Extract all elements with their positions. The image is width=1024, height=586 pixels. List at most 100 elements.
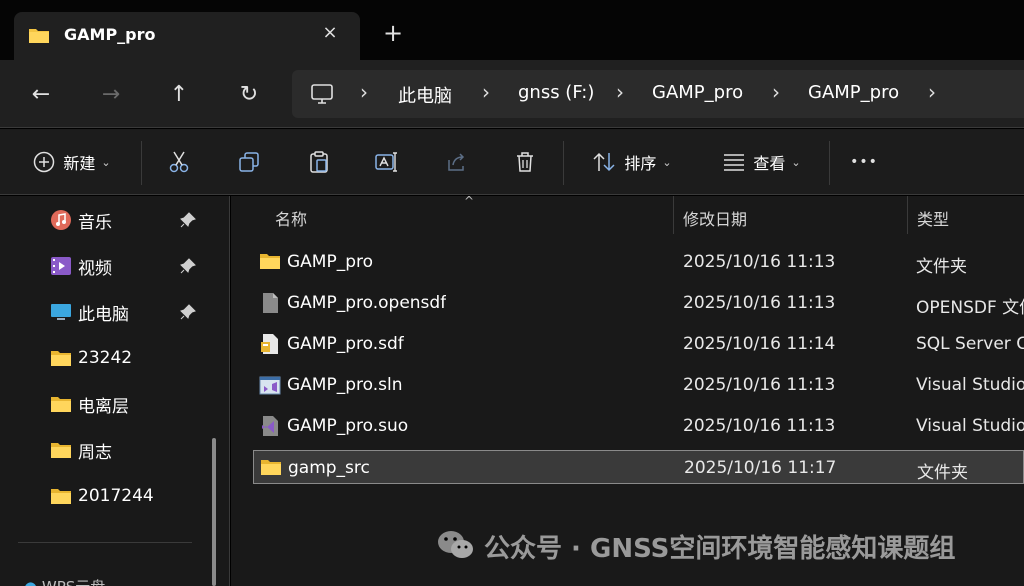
view-button[interactable]: 查看 ⌄ xyxy=(716,147,808,177)
file-icon xyxy=(259,292,281,314)
sidebar-item-label: 23242 xyxy=(78,348,133,368)
breadcrumb-gnss-drive[interactable]: gnss (F:) xyxy=(518,82,594,103)
sidebar-item-label: 音乐 xyxy=(78,212,112,233)
sln-file-icon xyxy=(259,374,281,396)
column-header-name[interactable]: 名称 xyxy=(275,206,307,230)
file-row-selected[interactable]: gamp_src 2025/10/16 11:17 文件夹 xyxy=(253,450,1024,484)
sidebar-item-label: 此电脑 xyxy=(78,304,129,325)
breadcrumb-this-pc[interactable]: 此电脑 xyxy=(398,82,452,108)
share-button[interactable] xyxy=(444,147,470,177)
computer-icon xyxy=(50,301,72,323)
sidebar-item-wps-cloud[interactable]: ● WPS云盘 xyxy=(24,576,105,586)
folder-icon xyxy=(50,439,72,461)
file-type: 文件夹 xyxy=(917,463,968,483)
wechat-icon xyxy=(436,529,476,565)
file-date: 2025/10/16 11:13 xyxy=(683,252,836,272)
column-header-type[interactable]: 类型 xyxy=(917,206,949,230)
file-type: SQL Server Compact xyxy=(916,334,1024,354)
sort-ascending-icon: ^ xyxy=(464,194,475,208)
chevron-down-icon: ⌄ xyxy=(101,155,111,169)
column-divider[interactable] xyxy=(673,196,674,234)
plus-circle-icon xyxy=(34,151,55,173)
sdf-file-icon xyxy=(259,333,281,355)
folder-icon xyxy=(28,26,50,48)
file-name: GAMP_pro.suo xyxy=(287,416,409,436)
file-name: GAMP_pro.opensdf xyxy=(287,293,447,313)
sidebar-item-ionosphere[interactable]: 电离层 xyxy=(50,389,220,419)
chevron-right-icon: › xyxy=(482,80,490,104)
refresh-button[interactable]: ↻ xyxy=(234,80,264,110)
back-button[interactable]: ← xyxy=(26,80,56,110)
new-tab-button[interactable]: + xyxy=(380,20,406,46)
command-bar: 新建 ⌄ 排序 ⌄ 查看 ⌄ ••• xyxy=(0,129,1024,195)
sidebar-item-2017244[interactable]: 2017244 xyxy=(50,481,220,511)
share-icon xyxy=(448,153,465,171)
file-row[interactable]: GAMP_pro.suo 2025/10/16 11:13 Visual Stu… xyxy=(253,409,1024,443)
sidebar-item-label: 周志 xyxy=(78,442,112,463)
sidebar-item-music[interactable]: 音乐 xyxy=(50,205,220,235)
file-row[interactable]: GAMP_pro.sdf 2025/10/16 11:14 SQL Server… xyxy=(253,327,1024,361)
pin-icon xyxy=(180,258,196,278)
file-type: Visual Studio Options xyxy=(916,416,1024,436)
new-label: 新建 xyxy=(63,154,96,173)
view-list-icon xyxy=(724,154,745,171)
suo-file-icon xyxy=(259,415,281,437)
file-name: GAMP_pro.sdf xyxy=(287,334,404,354)
file-type: OPENSDF 文件 xyxy=(916,298,1024,318)
sidebar-item-videos[interactable]: 视频 xyxy=(50,251,220,281)
sidebar-item-23242[interactable]: 23242 xyxy=(50,343,220,373)
sort-label: 排序 xyxy=(624,154,657,173)
cut-button[interactable] xyxy=(166,147,192,177)
file-type: Visual Studio Solution xyxy=(916,375,1024,395)
file-name: GAMP_pro xyxy=(287,252,374,272)
sort-icon xyxy=(593,152,615,172)
navigation-pane: 音乐 视频 此电脑 23242 电离层 周志 2017244 xyxy=(0,196,230,586)
file-date: 2025/10/16 11:17 xyxy=(684,458,837,478)
paste-button[interactable] xyxy=(306,147,332,177)
copy-button[interactable] xyxy=(236,147,262,177)
sort-button[interactable]: 排序 ⌄ xyxy=(586,147,678,177)
trash-icon xyxy=(517,152,533,172)
file-type: 文件夹 xyxy=(916,257,967,277)
sidebar-divider xyxy=(18,542,192,543)
new-button[interactable]: 新建 ⌄ xyxy=(26,147,118,177)
sidebar-item-label: 视频 xyxy=(78,258,112,279)
more-options-button[interactable]: ••• xyxy=(846,147,882,177)
tab-gamp-pro[interactable]: GAMP_pro × xyxy=(14,12,360,60)
folder-icon xyxy=(50,347,72,369)
file-row[interactable]: GAMP_pro 2025/10/16 11:13 文件夹 xyxy=(253,245,1024,279)
rename-button[interactable] xyxy=(374,147,400,177)
column-header-modified[interactable]: 修改日期 xyxy=(683,206,747,230)
folder-icon xyxy=(50,393,72,415)
file-date: 2025/10/16 11:14 xyxy=(683,334,836,354)
breadcrumb-gamp-pro-sub[interactable]: GAMP_pro xyxy=(808,82,899,103)
navigation-bar: ← → ↑ ↻ › 此电脑 › gnss (F:) › GAMP_pro › G… xyxy=(0,60,1024,128)
tab-title: GAMP_pro xyxy=(64,25,156,44)
sidebar-scrollbar[interactable] xyxy=(212,438,216,586)
chevron-down-icon: ⌄ xyxy=(791,155,801,169)
chevron-right-icon[interactable]: › xyxy=(928,80,936,104)
delete-button[interactable] xyxy=(512,147,538,177)
scissors-icon xyxy=(169,151,189,173)
rename-icon xyxy=(375,152,397,172)
sidebar-item-label: 2017244 xyxy=(78,486,154,506)
video-icon xyxy=(50,255,72,277)
sidebar-item-label: 电离层 xyxy=(78,396,129,417)
toolbar-divider xyxy=(829,141,830,185)
close-icon[interactable]: × xyxy=(318,21,342,45)
file-name: gamp_src xyxy=(288,458,370,478)
pin-icon xyxy=(180,212,196,232)
forward-button[interactable]: → xyxy=(96,80,126,110)
file-row[interactable]: GAMP_pro.opensdf 2025/10/16 11:13 OPENSD… xyxy=(253,286,1024,320)
file-date: 2025/10/16 11:13 xyxy=(683,293,836,313)
sidebar-item-this-pc[interactable]: 此电脑 xyxy=(50,297,220,327)
music-icon xyxy=(50,209,72,231)
chevron-down-icon: ⌄ xyxy=(662,155,672,169)
up-button[interactable]: ↑ xyxy=(164,80,194,110)
address-bar[interactable]: › 此电脑 › gnss (F:) › GAMP_pro › GAMP_pro … xyxy=(292,70,1024,118)
file-row[interactable]: GAMP_pro.sln 2025/10/16 11:13 Visual Stu… xyxy=(253,368,1024,402)
breadcrumb-gamp-pro[interactable]: GAMP_pro xyxy=(652,82,743,103)
chevron-right-icon: › xyxy=(616,80,624,104)
sidebar-item-zhouzhi[interactable]: 周志 xyxy=(50,435,220,465)
column-divider[interactable] xyxy=(907,196,908,234)
